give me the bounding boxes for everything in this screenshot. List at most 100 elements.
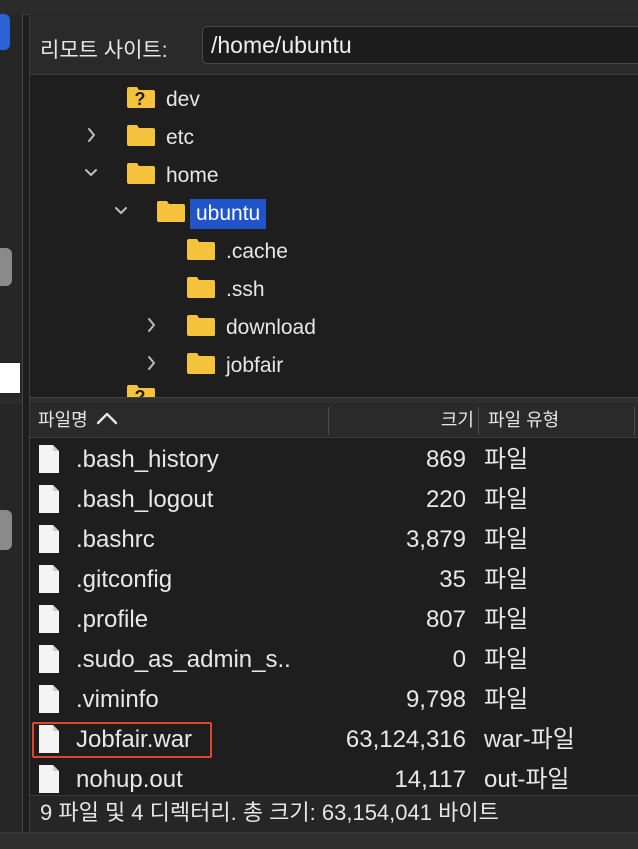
file-size: 9,798	[405, 686, 466, 713]
local-pane-button[interactable]	[0, 14, 10, 50]
tree-node-label: etc	[166, 126, 195, 149]
svg-text:?: ?	[135, 387, 146, 397]
file-icon	[38, 524, 60, 554]
file-icon	[38, 604, 60, 634]
file-size: 63,124,316	[345, 726, 466, 753]
folder-icon	[186, 351, 216, 375]
remote-site-bar: 리모트 사이트:	[30, 14, 638, 75]
folder-unknown-icon: ?	[126, 383, 156, 397]
local-pane-selection	[0, 363, 20, 393]
chevron-right-icon[interactable]	[144, 353, 158, 373]
file-name: .bash_logout	[76, 486, 214, 513]
file-size: 0	[452, 646, 466, 673]
tree-node[interactable]: ?...	[30, 381, 638, 397]
file-icon	[38, 684, 60, 714]
column-header-name-label: 파일명	[38, 410, 88, 430]
tree-node[interactable]: .cache	[30, 235, 638, 267]
remote-file-list: .bash_history 869 파일 .bash_logout 220 파일 .bash…	[30, 440, 638, 795]
column-header-type[interactable]: 파일 유형	[488, 403, 559, 437]
tree-node[interactable]: etc	[30, 121, 638, 153]
file-icon	[38, 644, 60, 674]
remote-site-label: 리모트 사이트:	[40, 39, 168, 62]
tree-node-label: home	[166, 164, 219, 187]
file-row[interactable]: .profile 807 파일	[30, 600, 638, 640]
file-type: 파일	[484, 606, 529, 633]
file-type: 파일	[484, 446, 529, 473]
file-name: .gitconfig	[76, 566, 173, 593]
column-header-type-label: 파일 유형	[488, 410, 560, 430]
tree-node[interactable]: .ssh	[30, 273, 638, 305]
file-name: Jobfair.war	[76, 726, 193, 753]
chevron-right-icon[interactable]	[144, 315, 158, 335]
file-name: .profile	[76, 606, 149, 633]
file-size: 807	[425, 606, 466, 633]
column-divider[interactable]	[478, 407, 479, 435]
folder-icon	[186, 275, 216, 299]
file-icon	[38, 484, 60, 514]
file-name: .bash_history	[76, 446, 219, 473]
file-row[interactable]: .bash_logout 220 파일	[30, 480, 638, 520]
file-icon	[38, 564, 60, 594]
file-type: 파일	[484, 646, 529, 673]
file-size: 869	[425, 446, 466, 473]
file-name: .bashrc	[76, 526, 155, 553]
local-pane-edge	[0, 14, 23, 848]
tree-node-label: ...	[160, 383, 190, 397]
file-icon	[38, 444, 60, 474]
folder-icon	[126, 161, 156, 185]
file-size: 3,879	[405, 526, 466, 553]
file-size: 35	[439, 566, 466, 593]
column-header-name[interactable]: 파일명	[38, 403, 118, 437]
file-row[interactable]: .bash_history 869 파일	[30, 440, 638, 480]
tree-node-label: jobfair	[226, 354, 284, 377]
chevron-right-icon[interactable]	[84, 125, 98, 145]
folder-unknown-icon: ?	[126, 85, 156, 109]
remote-path-input[interactable]	[202, 26, 638, 64]
tree-node[interactable]: download	[30, 311, 638, 343]
folder-icon	[186, 313, 216, 337]
file-list-header: 파일명 크기 파일 유형	[30, 403, 638, 438]
file-name: nohup.out	[76, 766, 183, 793]
file-name: .viminfo	[76, 686, 159, 713]
file-icon	[38, 724, 60, 754]
file-row[interactable]: .sudo_as_admin_s.. 0 파일	[30, 640, 638, 680]
tree-node-label: .ssh	[226, 278, 265, 301]
local-tree-scrollbar[interactable]	[0, 248, 12, 286]
file-type: 파일	[484, 686, 529, 713]
file-type: 파일	[484, 566, 529, 593]
tree-node-label: download	[226, 316, 316, 339]
folder-icon	[126, 123, 156, 147]
folder-icon	[156, 199, 186, 223]
tree-node[interactable]: home	[30, 159, 638, 191]
file-row[interactable]: .viminfo 9,798 파일	[30, 680, 638, 720]
column-header-size-label: 크기	[440, 410, 474, 430]
bottom-strip	[0, 832, 638, 849]
tree-node[interactable]: ubuntu	[30, 197, 638, 229]
column-divider[interactable]	[634, 407, 635, 435]
file-row[interactable]: Jobfair.war 63,124,316 war-파일	[30, 720, 638, 760]
file-icon	[38, 764, 60, 794]
tree-node[interactable]: ? dev	[30, 83, 638, 115]
local-pane-splitter[interactable]	[0, 398, 22, 404]
tree-node[interactable]: jobfair	[30, 349, 638, 381]
sort-ascending-icon	[96, 404, 118, 438]
file-size: 220	[425, 486, 466, 513]
chevron-down-icon[interactable]	[84, 163, 98, 183]
tree-node-label: dev	[166, 88, 200, 111]
chevron-down-icon[interactable]	[114, 201, 128, 221]
folder-icon	[186, 237, 216, 261]
column-divider[interactable]	[328, 407, 329, 435]
svg-text:?: ?	[135, 89, 146, 109]
file-type: 파일	[484, 486, 529, 513]
status-bar: 9 파일 및 4 디렉터리. 총 크기: 63,154,041 바이트	[30, 795, 638, 832]
file-type: war-파일	[484, 726, 575, 753]
file-size: 14,117	[394, 766, 466, 793]
tree-node-label: .cache	[226, 240, 288, 263]
local-list-scrollbar[interactable]	[0, 510, 12, 550]
file-type: 파일	[484, 526, 529, 553]
top-strip	[0, 0, 638, 15]
column-header-size[interactable]: 크기	[330, 403, 474, 437]
file-row[interactable]: .gitconfig 35 파일	[30, 560, 638, 600]
file-row[interactable]: nohup.out 14,117 out-파일	[30, 760, 638, 795]
file-row[interactable]: .bashrc 3,879 파일	[30, 520, 638, 560]
